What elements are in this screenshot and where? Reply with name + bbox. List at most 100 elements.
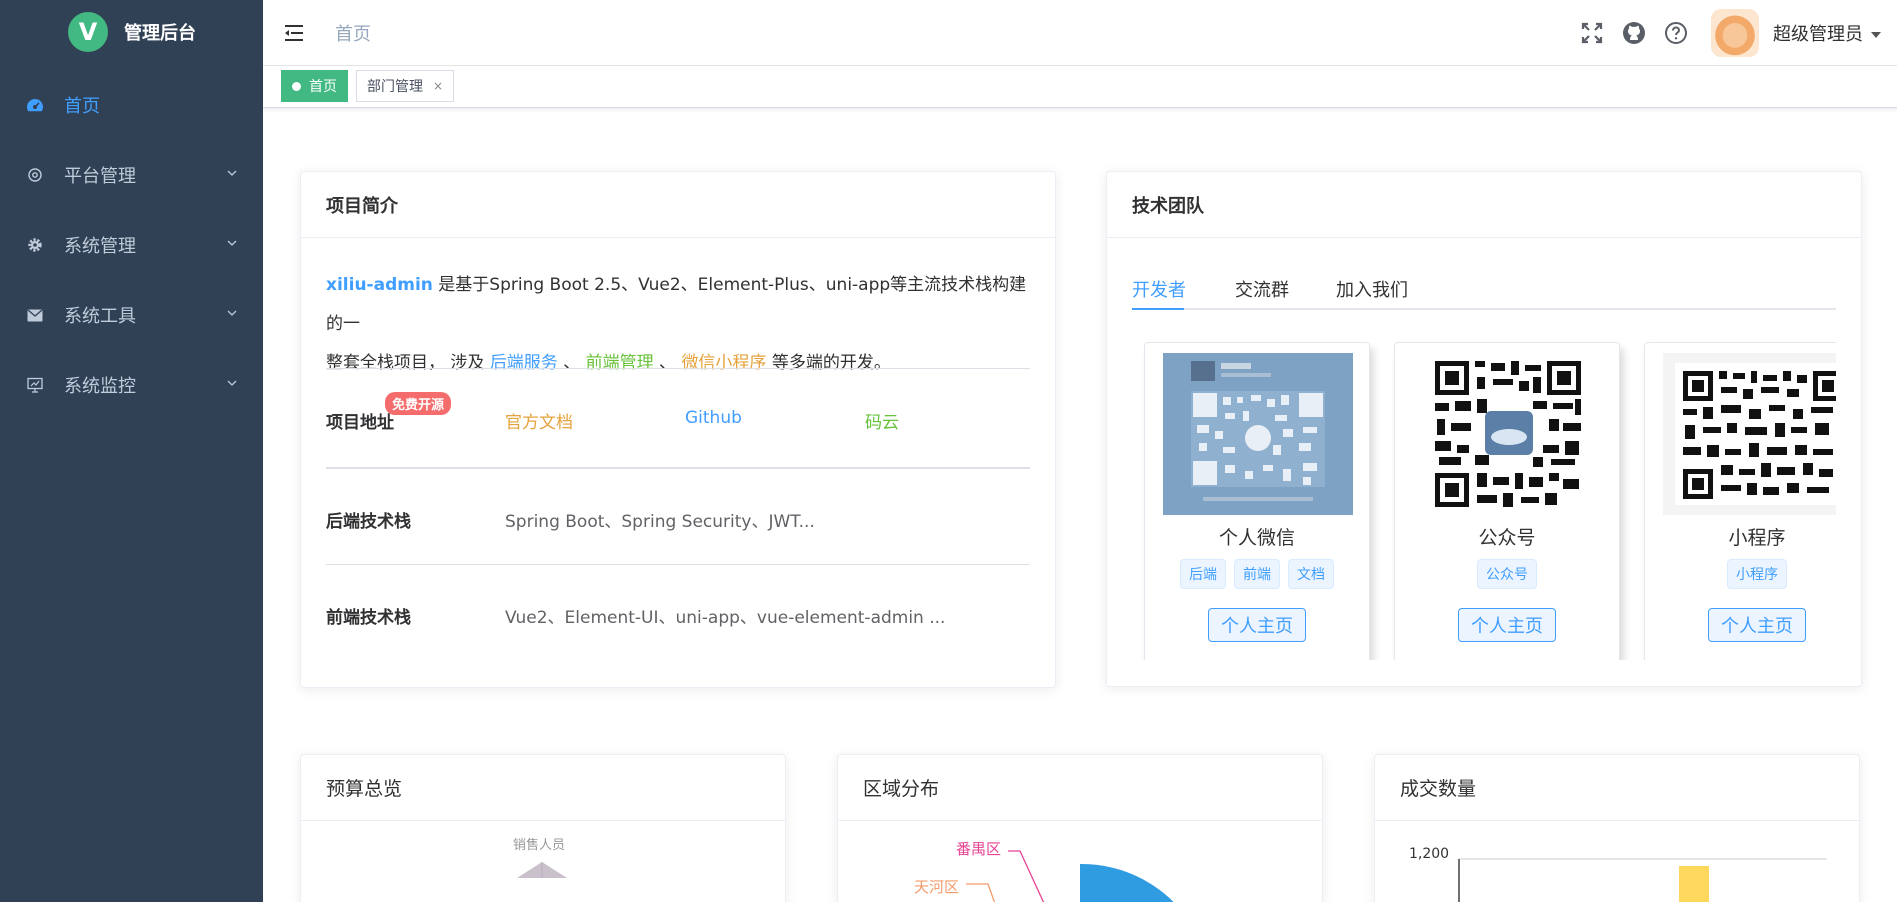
sidebar: V 管理后台 首页 平台管理 系统管理 系统工具 系统监控 <box>0 0 263 902</box>
sidebar-item-system[interactable]: 系统管理 <box>0 210 263 280</box>
github-link[interactable]: Github <box>685 408 742 428</box>
region-distribution-card: 区域分布 番禺区 天河区 <box>837 754 1323 902</box>
profile-button[interactable]: 个人主页 <box>1708 608 1806 642</box>
miniapp-link[interactable]: 微信小程序 <box>681 353 766 373</box>
navbar: 首页 超级管理员 <box>263 0 1897 66</box>
frontend-stack-label: 前端技术栈 <box>326 608 411 628</box>
role-tag: 公众号 <box>1477 559 1537 589</box>
tag-home[interactable]: 首页 <box>281 70 348 102</box>
sidebar-item-label: 平台管理 <box>64 166 136 187</box>
developer-tags: 公众号 <box>1395 559 1619 589</box>
project-intro-card: 项目简介 xiliu-admin 是基于Spring Boot 2.5、Vue2… <box>300 171 1056 688</box>
developer-tags: 后端 前端 文档 <box>1145 559 1369 589</box>
sidebar-item-label: 系统工具 <box>64 306 136 327</box>
developer-list: 个人微信 后端 前端 文档 个人主页 公众号 公众号 个人主页 小程序 小程序 … <box>1132 340 1836 660</box>
dashboard-icon <box>26 96 44 114</box>
bar-chart-plot <box>1458 858 1827 902</box>
team-tabs: 开发者 交流群 加入我们 <box>1132 276 1836 310</box>
brand-name[interactable]: xiliu-admin <box>326 275 433 295</box>
avatar[interactable] <box>1711 9 1759 57</box>
pie-chart: 番禺区 天河区 <box>838 822 1322 902</box>
intro-text-3: 等多端的开发。 <box>771 353 891 373</box>
sidebar-item-label: 系统管理 <box>64 236 136 257</box>
tag-label: 首页 <box>309 79 337 95</box>
miniprogram-qr-image <box>1663 353 1836 515</box>
chevron-down-icon <box>227 310 237 316</box>
docs-link[interactable]: 官方文档 <box>505 408 573 433</box>
divider <box>326 564 1030 565</box>
backend-stack-value: Spring Boot、Spring Security、JWT... <box>505 512 815 532</box>
frontend-stack-value: Vue2、Element-UI、uni-app、vue-element-admi… <box>505 608 946 628</box>
chevron-down-icon <box>227 380 237 386</box>
tag-department[interactable]: 部门管理 × <box>356 70 455 102</box>
mail-icon <box>26 306 44 324</box>
bar-chart: 1,200 <box>1375 822 1859 902</box>
pie-slices <box>966 850 1174 902</box>
app-title: 管理后台 <box>124 23 196 44</box>
separator: 、 <box>563 353 581 373</box>
card-title: 项目简介 <box>301 172 1055 238</box>
chevron-down-icon <box>227 240 237 246</box>
developer-tags: 小程序 <box>1645 559 1836 589</box>
sidebar-item-platform[interactable]: 平台管理 <box>0 140 263 210</box>
tag-label: 部门管理 <box>367 79 423 95</box>
hamburger-icon[interactable] <box>283 22 305 44</box>
tech-team-card: 技术团队 开发者 交流群 加入我们 个人微信 后端 前端 文档 个人主页 公众号… <box>1106 171 1862 687</box>
breadcrumb[interactable]: 首页 <box>335 20 371 46</box>
platform-icon <box>26 166 44 184</box>
gitee-link[interactable]: 码云 <box>865 408 899 433</box>
deal-count-card: 成交数量 1,200 <box>1374 754 1860 902</box>
tab-join[interactable]: 加入我们 <box>1336 276 1408 302</box>
chevron-down-icon <box>227 170 237 176</box>
user-name[interactable]: 超级管理员 <box>1773 20 1863 46</box>
caret-down-icon[interactable] <box>1871 32 1881 38</box>
developer-card: 个人微信 后端 前端 文档 个人主页 <box>1144 342 1370 660</box>
help-icon[interactable] <box>1663 20 1689 46</box>
github-icon[interactable] <box>1621 20 1647 46</box>
official-account-qr-image <box>1413 353 1603 515</box>
radar-shape <box>517 862 567 878</box>
sidebar-item-home[interactable]: 首页 <box>0 70 263 140</box>
active-dot-icon <box>292 81 301 91</box>
developer-name: 公众号 <box>1478 527 1536 549</box>
card-title: 区域分布 <box>838 755 1322 821</box>
developer-name: 个人微信 <box>1218 527 1295 549</box>
tab-developers[interactable]: 开发者 <box>1132 276 1186 302</box>
frontend-link[interactable]: 前端管理 <box>586 353 654 373</box>
sidebar-item-label: 系统监控 <box>64 376 136 397</box>
navbar-right: 超级管理员 <box>1579 0 1897 66</box>
profile-button[interactable]: 个人主页 <box>1458 608 1556 642</box>
tags-view: 首页 部门管理 × <box>263 66 1897 108</box>
separator: 、 <box>659 353 677 373</box>
budget-overview-card: 预算总览 销售人员 <box>300 754 786 902</box>
developer-card: 公众号 公众号 个人主页 <box>1394 342 1620 660</box>
sidebar-item-monitor[interactable]: 系统监控 <box>0 350 263 420</box>
role-tag: 前端 <box>1234 559 1280 589</box>
monitor-icon <box>26 376 44 394</box>
sidebar-item-label: 首页 <box>64 96 100 117</box>
profile-button[interactable]: 个人主页 <box>1208 608 1306 642</box>
divider <box>326 368 1030 369</box>
divider <box>326 467 1030 469</box>
role-tag: 小程序 <box>1727 559 1787 589</box>
tab-active-bar <box>1132 308 1184 310</box>
tab-group[interactable]: 交流群 <box>1235 276 1289 302</box>
card-title: 预算总览 <box>301 755 785 821</box>
free-badge: 免费开源 <box>385 392 452 415</box>
gear-icon <box>26 236 44 254</box>
developer-name: 小程序 <box>1728 527 1786 549</box>
sidebar-item-tools[interactable]: 系统工具 <box>0 280 263 350</box>
role-tag: 文档 <box>1288 559 1334 589</box>
backend-link[interactable]: 后端服务 <box>490 353 558 373</box>
address-label: 项目地址 <box>326 413 394 433</box>
sidebar-menu: 首页 平台管理 系统管理 系统工具 系统监控 <box>0 70 263 420</box>
intro-text-2: 整套全栈项目， 涉及 <box>326 353 485 373</box>
developer-card: 小程序 小程序 个人主页 <box>1644 342 1836 660</box>
close-icon[interactable]: × <box>433 79 443 93</box>
wechat-qr-image <box>1163 353 1353 515</box>
logo[interactable]: V 管理后台 <box>0 0 263 64</box>
card-title: 成交数量 <box>1375 755 1859 821</box>
fullscreen-icon[interactable] <box>1579 20 1605 46</box>
radar-axis-label: 销售人员 <box>513 838 566 853</box>
radar-chart: 销售人员 <box>301 822 785 902</box>
